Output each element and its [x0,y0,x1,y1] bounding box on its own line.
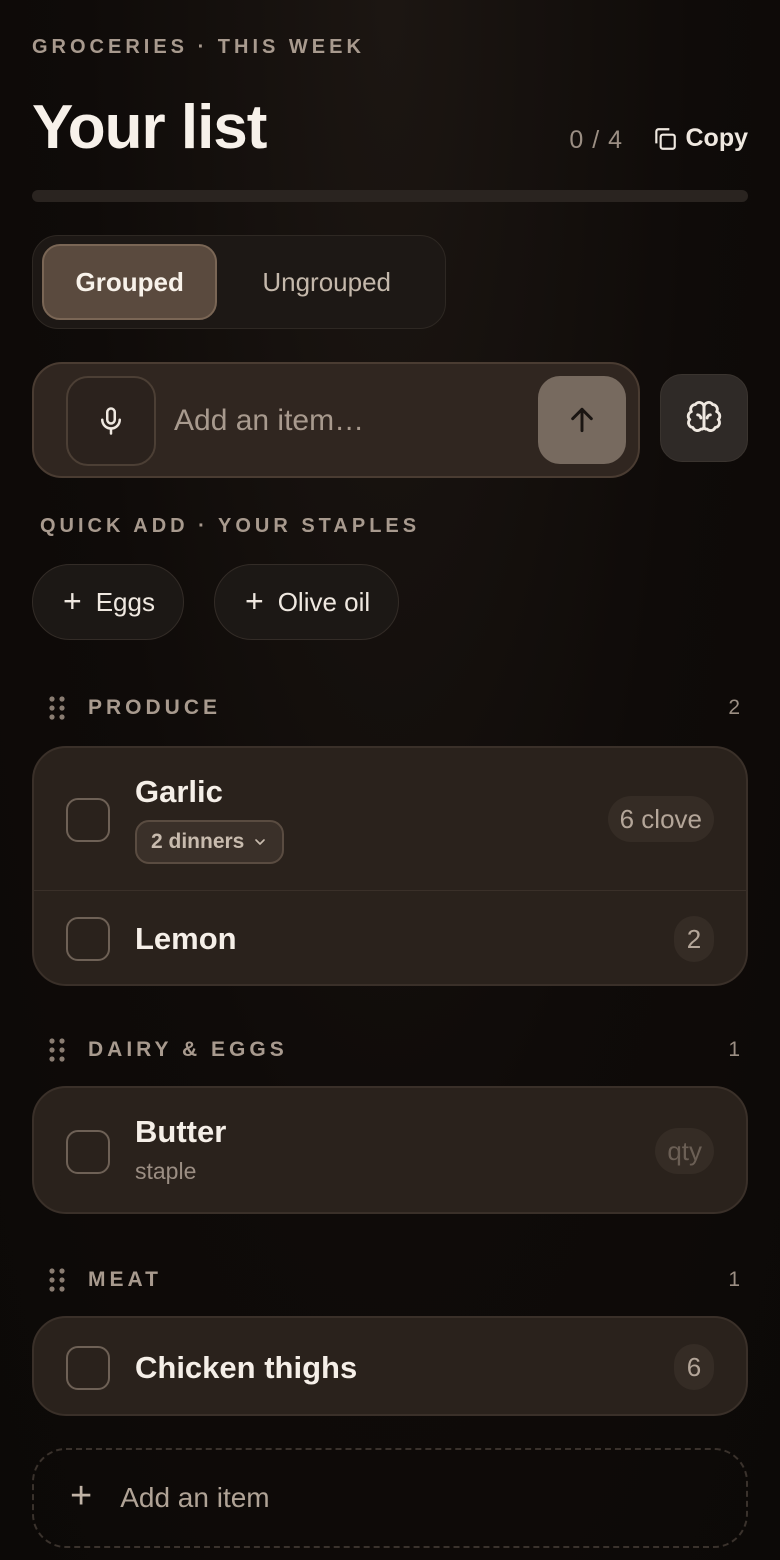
section-card-meat: Chicken thighs 6 [32,1316,748,1416]
item-name: Lemon [135,921,237,956]
section-card-dairy-eggs: Butter staple qty [32,1086,748,1214]
item-checkbox[interactable] [66,798,110,842]
microphone-icon [101,407,121,435]
quick-add-olive-oil[interactable]: + Olive oil [214,564,400,640]
drag-handle-icon[interactable] [48,1037,66,1063]
progress-bar [32,190,748,202]
add-item-row-label: Add an item [120,1482,270,1513]
section-header-dairy-eggs: DAIRY & EGGS 1 [48,1037,740,1063]
list-item: Butter staple qty [34,1088,746,1212]
brain-icon [686,401,722,432]
plus-icon: + [63,582,82,619]
list-item: Lemon 2 [34,890,746,984]
section-title: DAIRY & EGGS [88,1038,288,1061]
dinners-label: 2 dinners [151,830,245,853]
page-title: Your list [32,93,267,162]
view-toggle: Grouped Ungrouped [32,235,446,329]
item-name: Garlic [135,774,223,809]
smart-suggest-button[interactable] [660,374,748,462]
copy-icon [654,127,676,150]
ungrouped-tab[interactable]: Ungrouped [217,244,436,320]
plus-icon: + [70,1475,93,1517]
section-card-produce: Garlic 2 dinners 6 clove Lemon 2 [32,746,748,986]
item-note: staple [135,1158,197,1184]
list-item: Garlic 2 dinners 6 clove [34,748,746,890]
add-item-bar [32,362,640,478]
list-item: Chicken thighs 6 [34,1318,746,1414]
item-checkbox[interactable] [66,917,110,961]
grocery-list-page: GROCERIES · THIS WEEK Your list 0 / 4 Co… [0,0,780,1560]
section-title: PRODUCE [88,696,222,719]
chip-label: Olive oil [277,586,371,617]
checked-counter: 0 / 4 [569,126,623,154]
copy-button[interactable]: Copy [652,124,749,153]
copy-label: Copy [685,124,749,152]
drag-handle-icon[interactable] [48,1267,66,1293]
item-checkbox[interactable] [66,1346,110,1390]
quantity-badge[interactable]: 6 [674,1344,714,1390]
item-checkbox[interactable] [66,1130,110,1174]
add-item-input[interactable] [174,394,524,448]
section-count: 2 [728,696,740,719]
quantity-badge[interactable]: 6 clove [607,796,714,842]
add-item-row[interactable]: + Add an item [32,1448,748,1548]
quick-add-label: QUICK ADD · YOUR STAPLES [40,515,421,537]
section-title: MEAT [88,1268,162,1291]
quantity-badge[interactable]: qty [655,1128,714,1174]
dinners-dropdown[interactable]: 2 dinners [135,820,285,864]
plus-icon: + [245,582,264,619]
drag-handle-icon[interactable] [48,695,66,721]
list-eyebrow: GROCERIES · THIS WEEK [32,36,365,58]
quick-add-eggs[interactable]: + Eggs [32,564,184,640]
voice-input-button[interactable] [66,376,156,466]
submit-item-button[interactable] [538,376,626,464]
section-count: 1 [728,1038,740,1061]
item-name: Butter [135,1114,227,1149]
section-count: 1 [728,1268,740,1291]
item-name: Chicken thighs [135,1350,358,1385]
chip-label: Eggs [95,586,155,617]
arrow-up-icon [571,407,593,433]
grouped-tab[interactable]: Grouped [42,244,218,320]
section-header-meat: MEAT 1 [48,1267,740,1293]
quantity-badge[interactable]: 2 [674,916,714,962]
chevron-down-icon [255,839,266,845]
section-header-produce: PRODUCE 2 [48,695,740,721]
